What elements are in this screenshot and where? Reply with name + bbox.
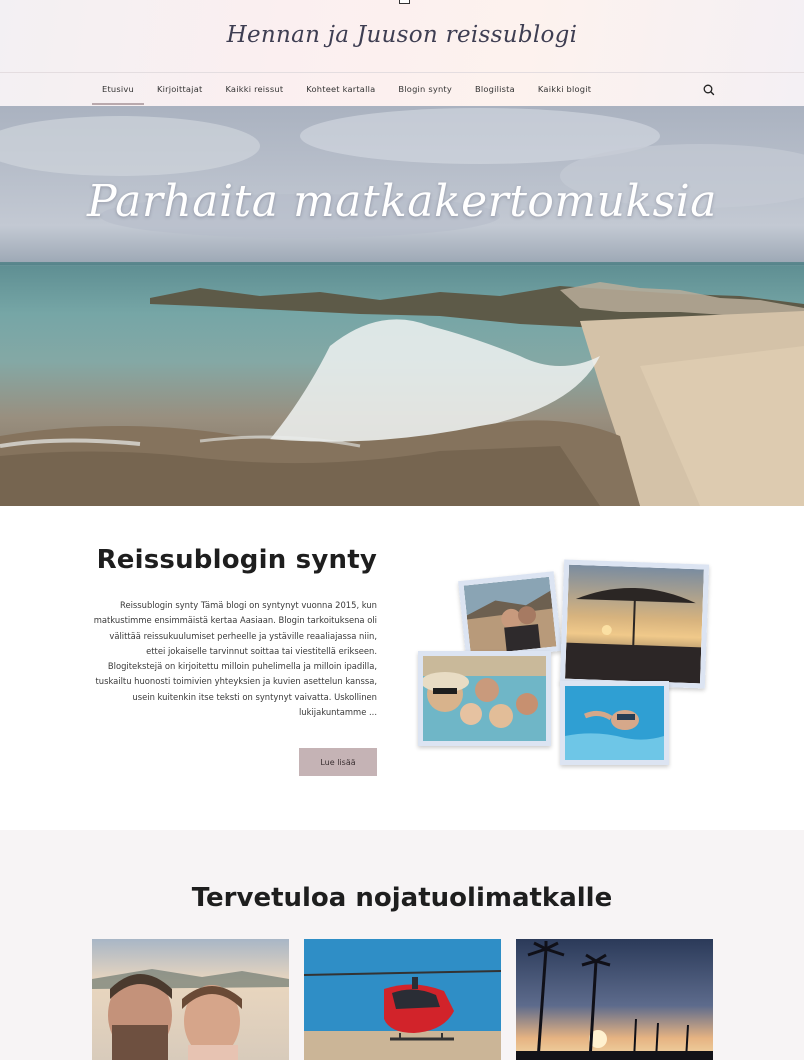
welcome-heading: Tervetuloa nojatuolimatkalle — [191, 883, 613, 913]
collage-photo-family-pool — [418, 651, 551, 746]
trip-card-couple-beach[interactable] — [92, 939, 289, 1060]
nav-item-kaikki-reissut[interactable]: Kaikki reissut — [215, 74, 293, 104]
hero-title: Parhaita matkakertomuksia — [87, 176, 717, 227]
nav-item-etusivu[interactable]: Etusivu — [92, 74, 144, 105]
nav-item-kaikki-blogit[interactable]: Kaikki blogit — [528, 74, 601, 104]
nav-divider — [0, 72, 804, 73]
collage-photo-couple — [458, 571, 562, 661]
trip-card-palm-sunset[interactable] — [516, 939, 713, 1060]
nav-item-kohteet-kartalla[interactable]: Kohteet kartalla — [296, 74, 385, 104]
read-more-button[interactable]: Lue lisää — [299, 748, 377, 776]
search-icon[interactable] — [701, 82, 717, 98]
nav-item-blogilista[interactable]: Blogilista — [465, 74, 525, 104]
about-heading: Reissublogin synty — [96, 545, 377, 575]
collage-photo-sunset-umbrella — [559, 559, 710, 689]
beach-scene-image — [0, 108, 804, 506]
nav-item-kirjoittajat[interactable]: Kirjoittajat — [147, 74, 212, 104]
site-title[interactable]: Hennan ja Juuson reissublogi — [0, 22, 804, 48]
nav-item-blogin-synty[interactable]: Blogin synty — [388, 74, 462, 104]
welcome-section: Tervetuloa nojatuolimatkalle — [0, 830, 804, 1060]
site-header: Hennan ja Juuson reissublogi Etusivu Kir… — [0, 0, 804, 106]
trip-card-helicopter[interactable] — [304, 939, 501, 1060]
about-text: Reissublogin synty Tämä blogi on syntyny… — [93, 600, 377, 718]
hero-banner: Parhaita matkakertomuksia — [0, 106, 804, 506]
top-marker — [399, 0, 410, 4]
collage-photo-underwater — [560, 681, 669, 765]
main-nav: Etusivu Kirjoittajat Kaikki reissut Koht… — [92, 74, 604, 105]
